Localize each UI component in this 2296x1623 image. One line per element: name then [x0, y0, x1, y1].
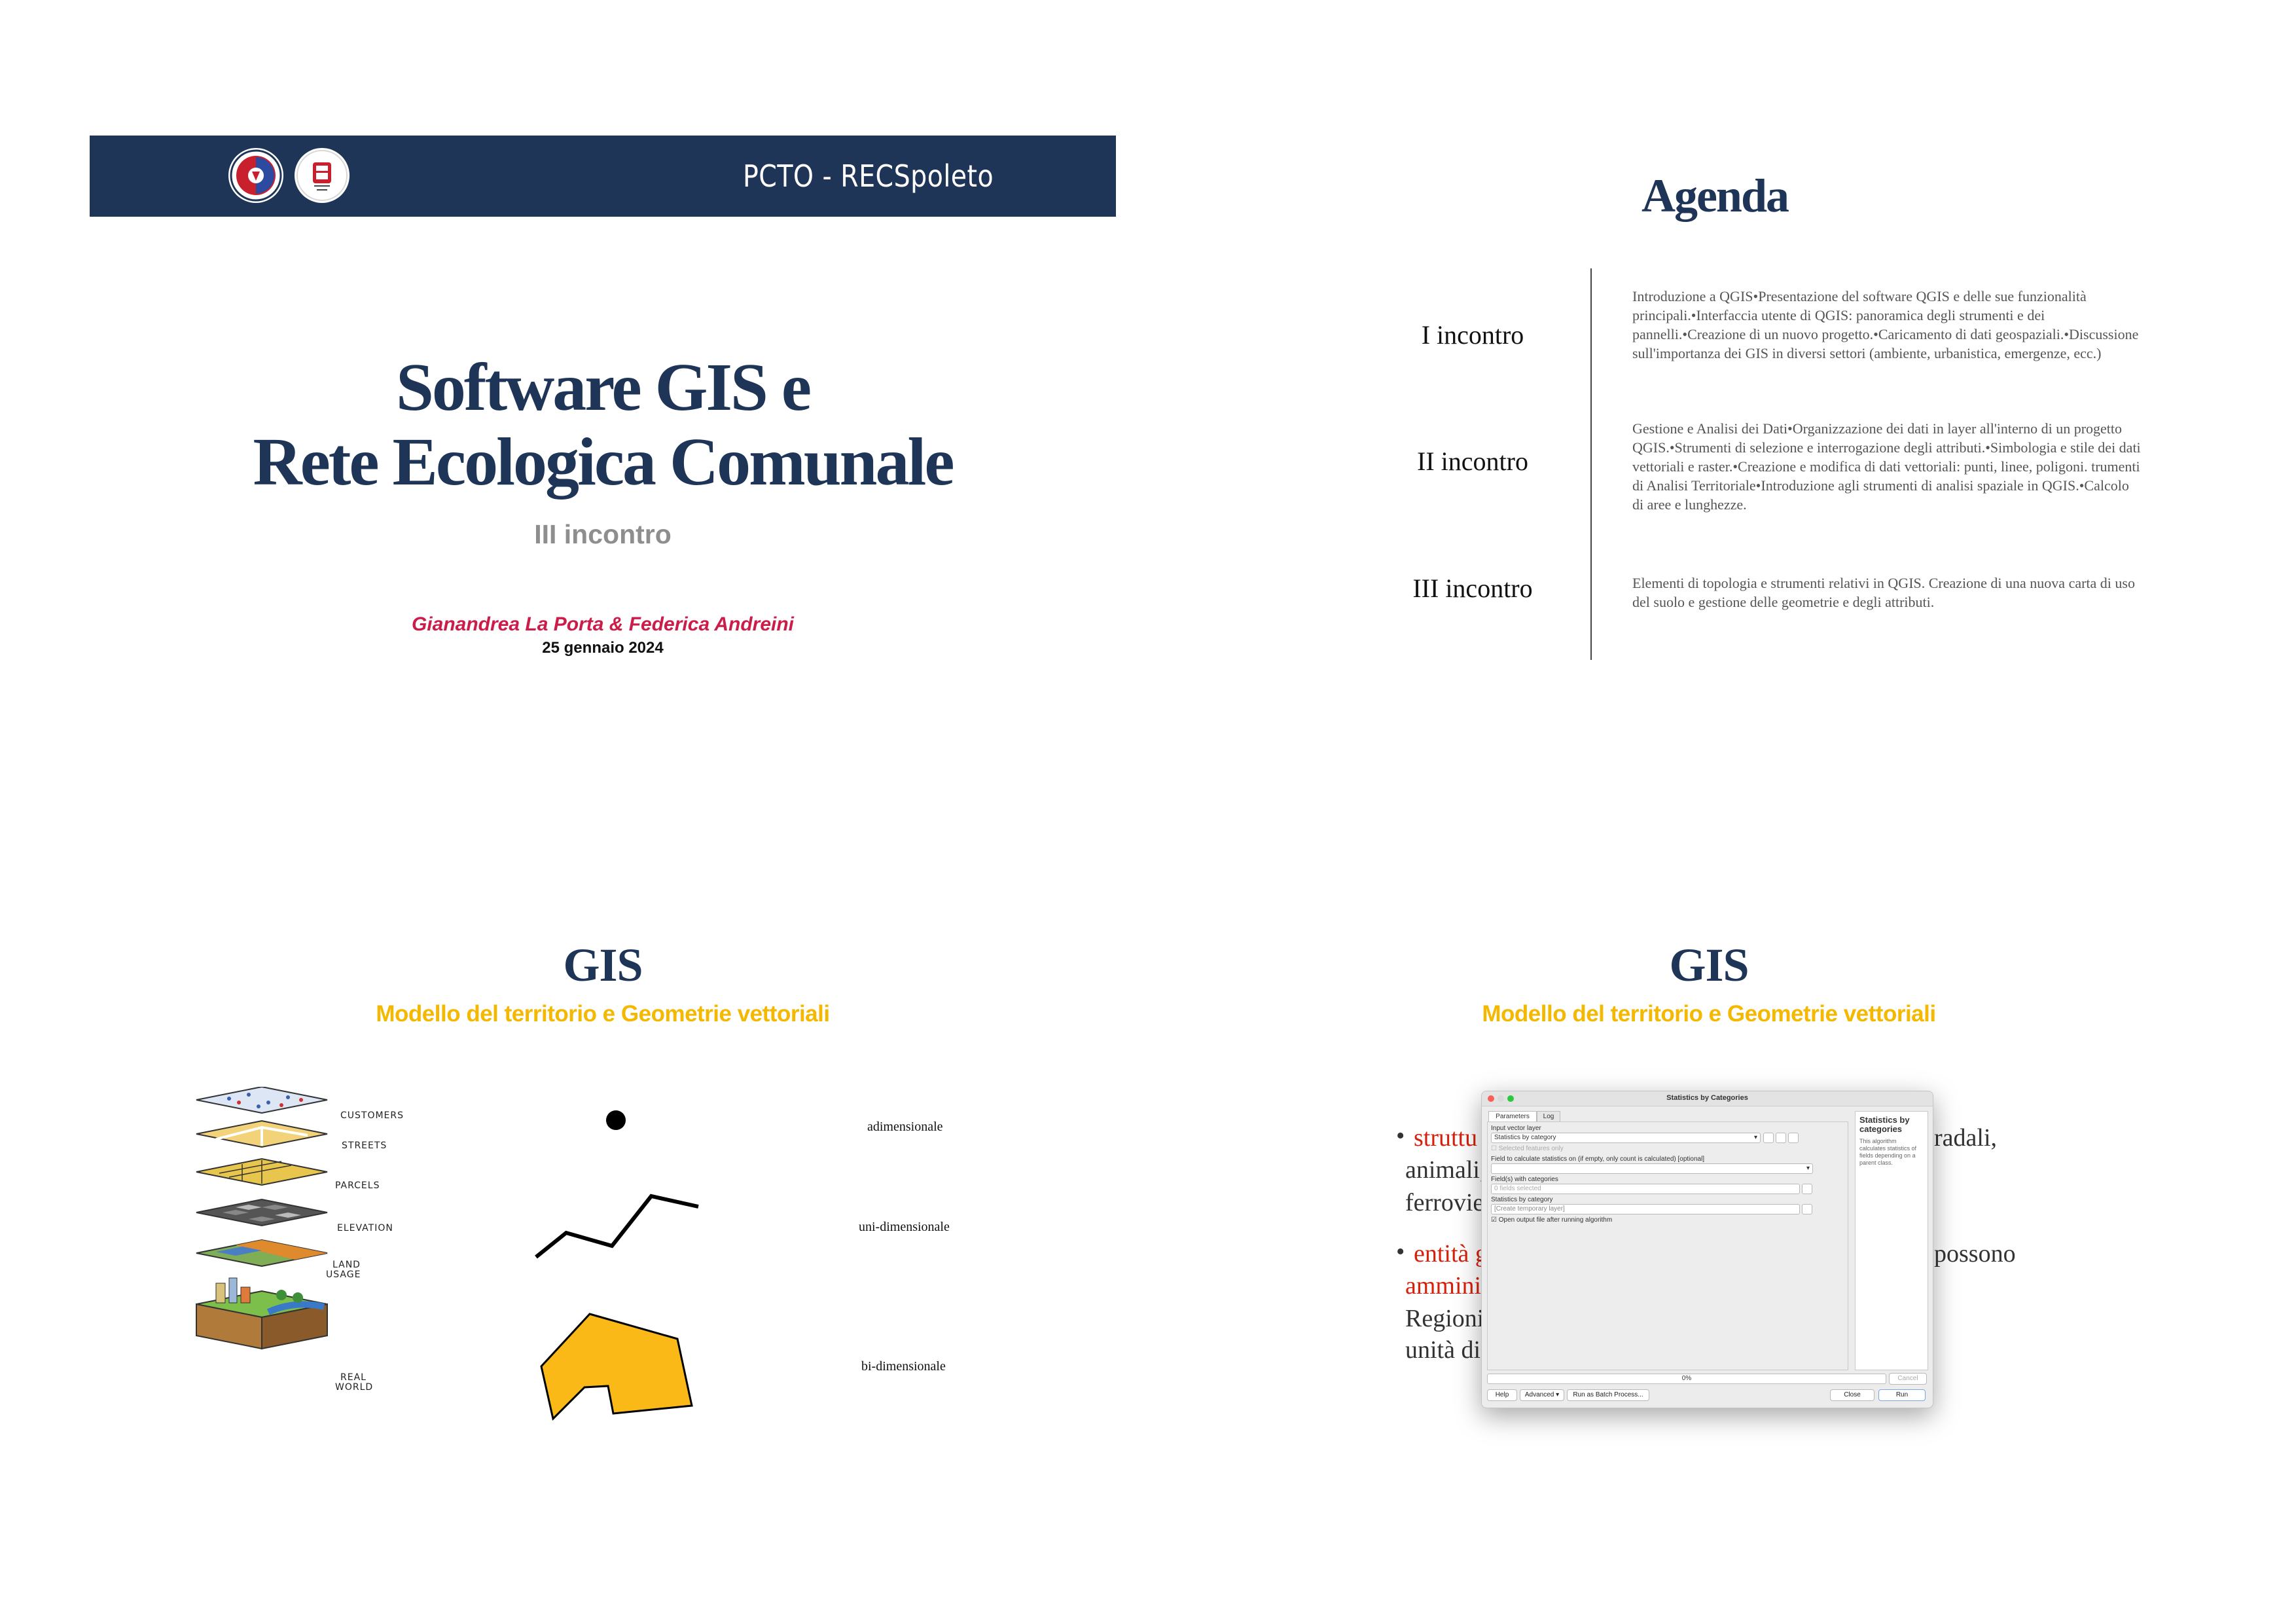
output-value: [Create temporary layer] — [1494, 1205, 1565, 1213]
help-panel: Statistics by categories This algorithm … — [1855, 1111, 1928, 1370]
bullet-2-term: entità g — [1414, 1240, 1488, 1267]
bullet-1-dot: • — [1396, 1122, 1405, 1150]
progress-label: 0% — [1681, 1375, 1692, 1382]
output-field[interactable]: [Create temporary layer] — [1491, 1204, 1800, 1214]
point-icon — [605, 1110, 626, 1131]
iterate-icon[interactable] — [1763, 1133, 1774, 1143]
agenda-label-1: I incontro — [1421, 320, 1524, 350]
chevron-down-icon: ▾ — [1806, 1165, 1810, 1172]
bullet-2-line-2: amminis — [1405, 1272, 1491, 1300]
label-bi-dimensionale: bi-dimensionale — [861, 1359, 946, 1374]
batch-process-button[interactable]: Run as Batch Process... — [1567, 1389, 1649, 1401]
presentation-date: 25 gennaio 2024 — [542, 639, 664, 657]
agenda-divider — [1590, 268, 1592, 660]
close-button[interactable]: Close — [1830, 1389, 1874, 1401]
agenda-text-3: Elementi di topologia e strumenti relati… — [1632, 575, 2135, 610]
categories-value: 0 fields selected — [1494, 1185, 1541, 1192]
layer-label-usage: USAGE — [326, 1269, 361, 1280]
agenda-text-2: Gestione e Analisi dei Dati•Organizzazio… — [1632, 420, 2141, 513]
output-browse-icon[interactable] — [1802, 1204, 1812, 1214]
tab-parameters[interactable]: Parameters — [1488, 1111, 1537, 1122]
line-icon — [533, 1188, 704, 1260]
bullet-1-end: radali, — [1934, 1124, 1998, 1152]
run-button[interactable]: Run — [1878, 1389, 1926, 1401]
gis-subtitle-left: Modello del territorio e Geometrie vetto… — [376, 1001, 830, 1027]
parameters-panel: Input vector layer Statistics by categor… — [1487, 1122, 1848, 1370]
output-label: Statistics by category — [1491, 1196, 1553, 1203]
bullet-2-line-3: Regioni — [1405, 1305, 1484, 1332]
bullet-1-line-2: animali, — [1405, 1156, 1486, 1184]
chevron-down-icon: ▾ — [1753, 1134, 1757, 1141]
layer-label-streets: STREETS — [342, 1140, 387, 1151]
bullet-1-line-3: ferrovie — [1405, 1189, 1484, 1216]
layer-label-land: LAND — [332, 1260, 361, 1270]
help-title: Statistics by categories — [1859, 1115, 1910, 1134]
gis-title-right: GIS — [1669, 939, 1749, 991]
gis-layers-illustration: CUSTOMERS STREETS PARCELS ELEVATION LAND… — [190, 1085, 419, 1421]
university-logo — [228, 148, 283, 203]
field-select[interactable]: ▾ — [1491, 1163, 1813, 1174]
bullet-1-term: struttu — [1414, 1124, 1478, 1152]
selected-only-checkbox[interactable]: ☐ Selected features only — [1491, 1145, 1564, 1152]
categories-browse-icon[interactable] — [1802, 1184, 1812, 1194]
open-output-checkbox[interactable]: ☑ Open output file after running algorit… — [1491, 1216, 1612, 1224]
bullet-2-dot: • — [1396, 1238, 1405, 1266]
agenda-text-1: Introduzione a QGIS•Presentazione del so… — [1632, 288, 2139, 361]
help-text: This algorithm calculates statistics of … — [1859, 1138, 1917, 1166]
dialog-title: Statistics by Categories — [1666, 1094, 1748, 1102]
banner-title: PCTO - RECSpoleto — [743, 158, 994, 194]
input-layer-label: Input vector layer — [1491, 1125, 1541, 1132]
label-adimensionale: adimensionale — [867, 1120, 943, 1134]
label-uni-dimensionale: uni-dimensionale — [859, 1220, 950, 1234]
bullet-2-end: possono — [1934, 1240, 2016, 1267]
polygon-icon — [540, 1313, 697, 1421]
bullet-2-line-4: unità di — [1405, 1336, 1481, 1364]
title-line-1: Software GIS e — [395, 350, 812, 425]
advanced-label: Advanced — [1524, 1391, 1554, 1398]
selected-only-label: Selected features only — [1498, 1145, 1564, 1152]
wrench-icon[interactable] — [1776, 1133, 1786, 1143]
help-button[interactable]: Help — [1487, 1389, 1517, 1401]
agenda-label-2: II incontro — [1417, 447, 1528, 476]
layer-label-world: WORLD — [335, 1382, 374, 1393]
authors: Gianandrea La Porta & Federica Andreini — [411, 613, 795, 635]
browse-icon[interactable] — [1788, 1133, 1799, 1143]
municipality-logo — [295, 148, 350, 203]
presentation-title: Software GIS e Rete Ecologica Comunale — [90, 350, 1116, 500]
agenda-label-3: III incontro — [1412, 574, 1533, 603]
agenda-title: Agenda — [1641, 170, 1789, 222]
gis-title-left: GIS — [563, 939, 643, 991]
session-subtitle: III incontro — [534, 519, 672, 549]
layer-label-parcels: PARCELS — [335, 1180, 380, 1191]
chevron-down-icon: ▾ — [1556, 1391, 1560, 1398]
gis-subtitle-right: Modello del territorio e Geometrie vetto… — [1482, 1001, 1936, 1027]
categories-label: Field(s) with categories — [1491, 1176, 1558, 1183]
tab-log[interactable]: Log — [1537, 1111, 1560, 1122]
field-label: Field to calculate statistics on (if emp… — [1491, 1156, 1705, 1163]
categories-field[interactable]: 0 fields selected — [1491, 1184, 1800, 1194]
layer-label-customers: CUSTOMERS — [340, 1110, 404, 1121]
layer-label-real: REAL — [340, 1372, 367, 1383]
statistics-by-categories-dialog: Statistics by Categories Parameters Log … — [1481, 1091, 1933, 1408]
input-layer-select[interactable]: Statistics by category ▾ — [1491, 1133, 1761, 1143]
input-layer-value: Statistics by category — [1494, 1134, 1556, 1141]
cancel-button[interactable]: Cancel — [1889, 1373, 1927, 1385]
progress-bar: 0% — [1487, 1374, 1886, 1384]
title-banner: PCTO - RECSpoleto — [90, 136, 1116, 217]
dialog-titlebar: Statistics by Categories — [1482, 1091, 1933, 1106]
open-output-label: Open output file after running algorithm — [1498, 1216, 1613, 1224]
title-line-2: Rete Ecologica Comunale — [253, 424, 954, 500]
advanced-button[interactable]: Advanced ▾ — [1520, 1389, 1564, 1401]
layer-label-elevation: ELEVATION — [337, 1223, 393, 1233]
